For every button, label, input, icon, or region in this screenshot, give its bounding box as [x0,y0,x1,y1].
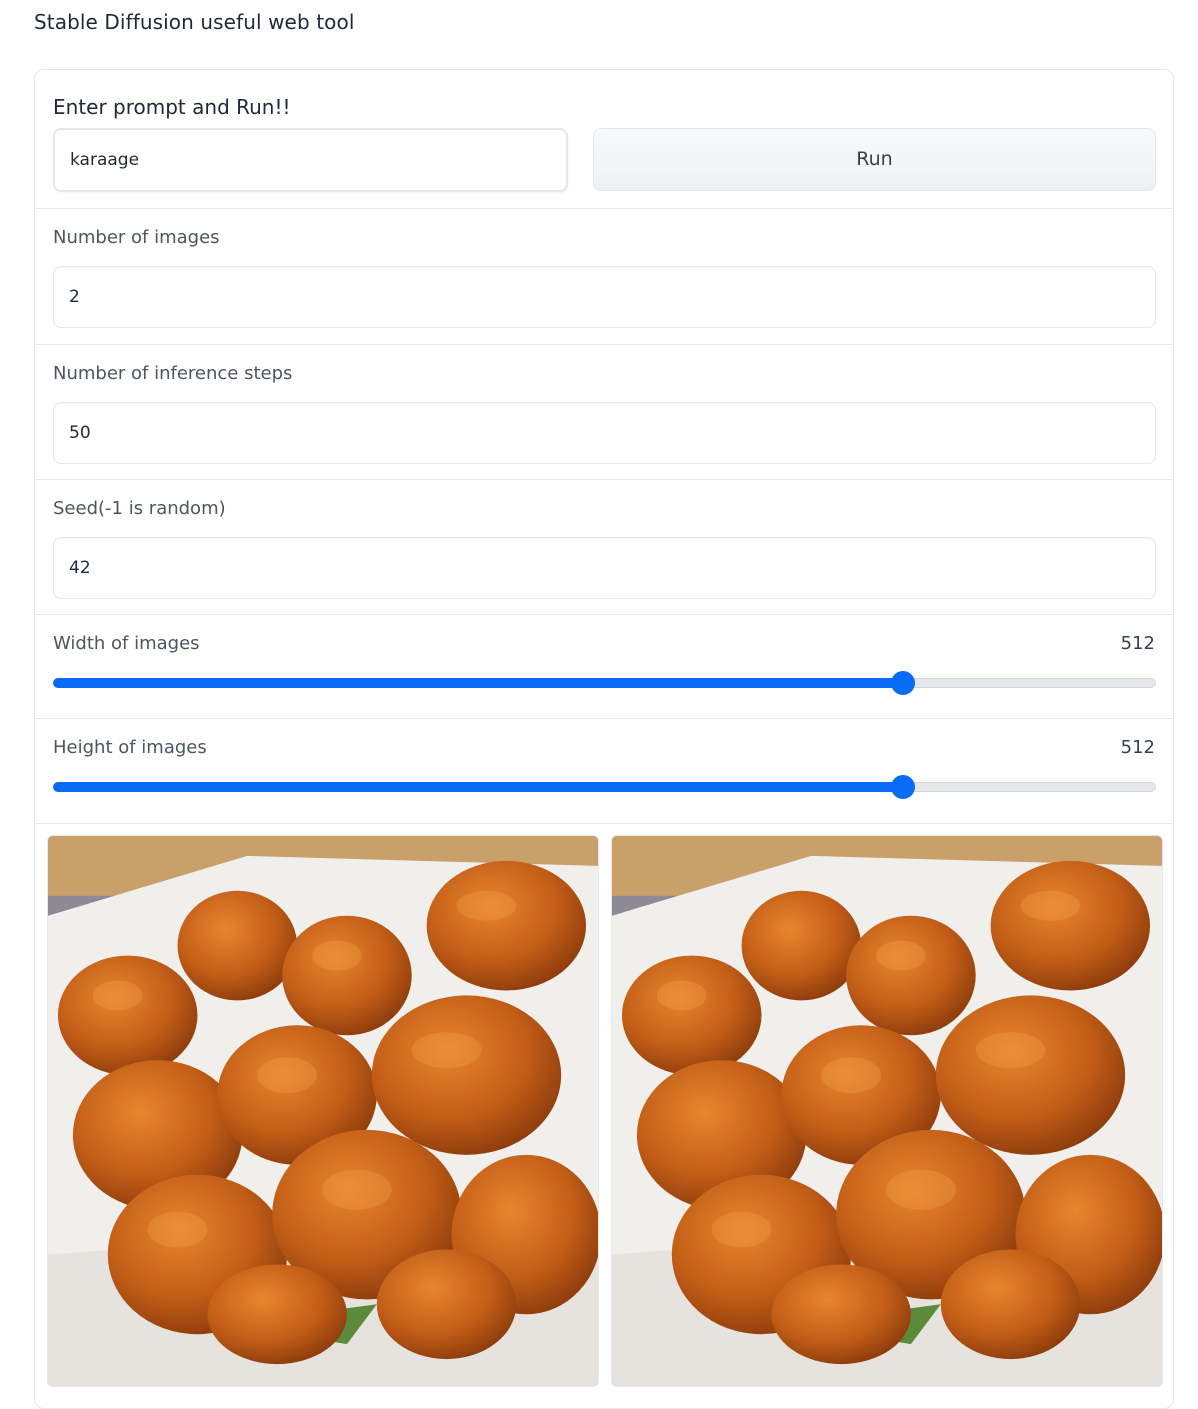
prompt-label: Enter prompt and Run!! [53,95,291,119]
num-images-section: Number of images [35,209,1173,345]
fried-chicken-image [612,836,1162,1386]
width-slider-fill [53,678,904,688]
width-value: 512 [1120,633,1155,654]
num-images-label: Number of images [53,227,220,248]
height-section: Height of images 512 [35,719,1173,824]
prompt-section: Enter prompt and Run!! Run [35,70,1173,209]
seed-input[interactable] [53,537,1156,599]
seed-section: Seed(-1 is random) [35,480,1173,615]
generated-image-2[interactable] [611,835,1163,1387]
steps-section: Number of inference steps [35,345,1173,480]
prompt-input[interactable] [53,128,568,192]
num-images-input[interactable] [53,266,1156,328]
fried-chicken-image [48,836,598,1386]
app-title: Stable Diffusion useful web tool [34,10,355,34]
width-slider-thumb[interactable] [891,671,916,695]
height-slider[interactable] [53,775,1156,799]
width-slider[interactable] [53,671,1156,695]
width-section: Width of images 512 [35,615,1173,719]
main-panel: Enter prompt and Run!! Run Number of ima… [34,69,1174,1409]
height-value: 512 [1120,737,1155,758]
width-label: Width of images [53,633,200,654]
steps-input[interactable] [53,402,1156,464]
generated-image-1[interactable] [47,835,599,1387]
height-slider-fill [53,782,904,792]
output-gallery [47,835,1163,1387]
steps-label: Number of inference steps [53,363,293,384]
height-label: Height of images [53,737,207,758]
run-button[interactable]: Run [593,128,1156,191]
seed-label: Seed(-1 is random) [53,498,226,519]
height-slider-thumb[interactable] [891,775,916,799]
